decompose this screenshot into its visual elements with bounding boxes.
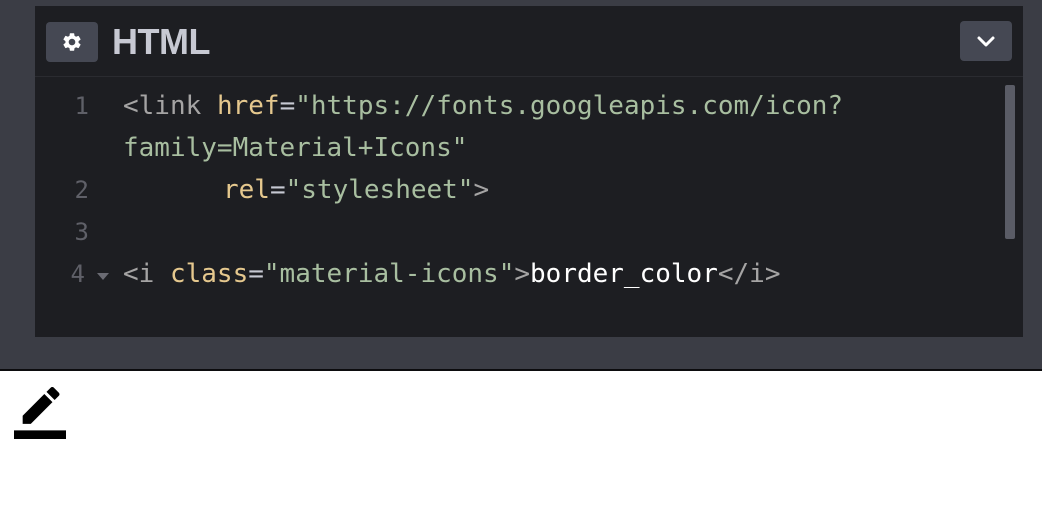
editor-frame: HTML 1 2 3 4 <link href="https://fonts.g… xyxy=(0,0,1042,371)
attribute-value: "https://fonts.googleapis.com/icon? xyxy=(295,91,844,121)
gear-icon xyxy=(63,33,81,51)
fold-arrow-icon[interactable] xyxy=(97,273,109,280)
equals-sign: = xyxy=(279,91,296,121)
collapse-button[interactable] xyxy=(960,21,1012,61)
code-editor[interactable]: 1 2 3 4 <link href="https://fonts.google… xyxy=(35,77,1023,337)
output-preview xyxy=(0,371,1042,528)
code-line-1: <link href="https://fonts.googleapis.com… xyxy=(123,85,843,127)
attribute-value: "stylesheet" xyxy=(285,175,474,205)
equals-sign: = xyxy=(269,175,286,205)
tag-open: <i xyxy=(123,259,155,289)
attribute-name: href xyxy=(216,91,280,121)
line-number: 1 xyxy=(74,92,89,120)
tag-close: > xyxy=(514,259,531,289)
line-number: 2 xyxy=(74,176,89,204)
code-line-1-wrap: family=Material+Icons" xyxy=(123,127,467,169)
chevron-down-icon xyxy=(977,36,995,47)
code-line-2: rel="stylesheet"> xyxy=(223,169,489,211)
editor-scrollbar[interactable] xyxy=(1005,85,1015,239)
settings-button[interactable] xyxy=(46,22,98,62)
tag-close: > xyxy=(473,175,490,205)
line-number: 3 xyxy=(74,218,89,246)
resize-handle[interactable] xyxy=(0,337,1042,371)
line-number: 4 xyxy=(70,260,85,288)
attribute-name: class xyxy=(169,259,249,289)
tag-end: </i> xyxy=(717,259,781,289)
tag-open: <link xyxy=(123,91,202,121)
panel-header: HTML xyxy=(35,6,1023,77)
attribute-value: family=Material+Icons" xyxy=(123,133,468,163)
panel-title: HTML xyxy=(112,21,210,62)
equals-sign: = xyxy=(248,259,264,289)
code-line-4: <i class="material-icons">border_color</… xyxy=(123,253,780,295)
html-editor-panel: HTML 1 2 3 4 <link href="https://fonts.g… xyxy=(35,6,1023,337)
attribute-value: "material-icons" xyxy=(263,259,515,289)
element-text: border_color xyxy=(530,259,718,289)
border-color-icon xyxy=(14,387,66,439)
attribute-name: rel xyxy=(223,175,270,205)
